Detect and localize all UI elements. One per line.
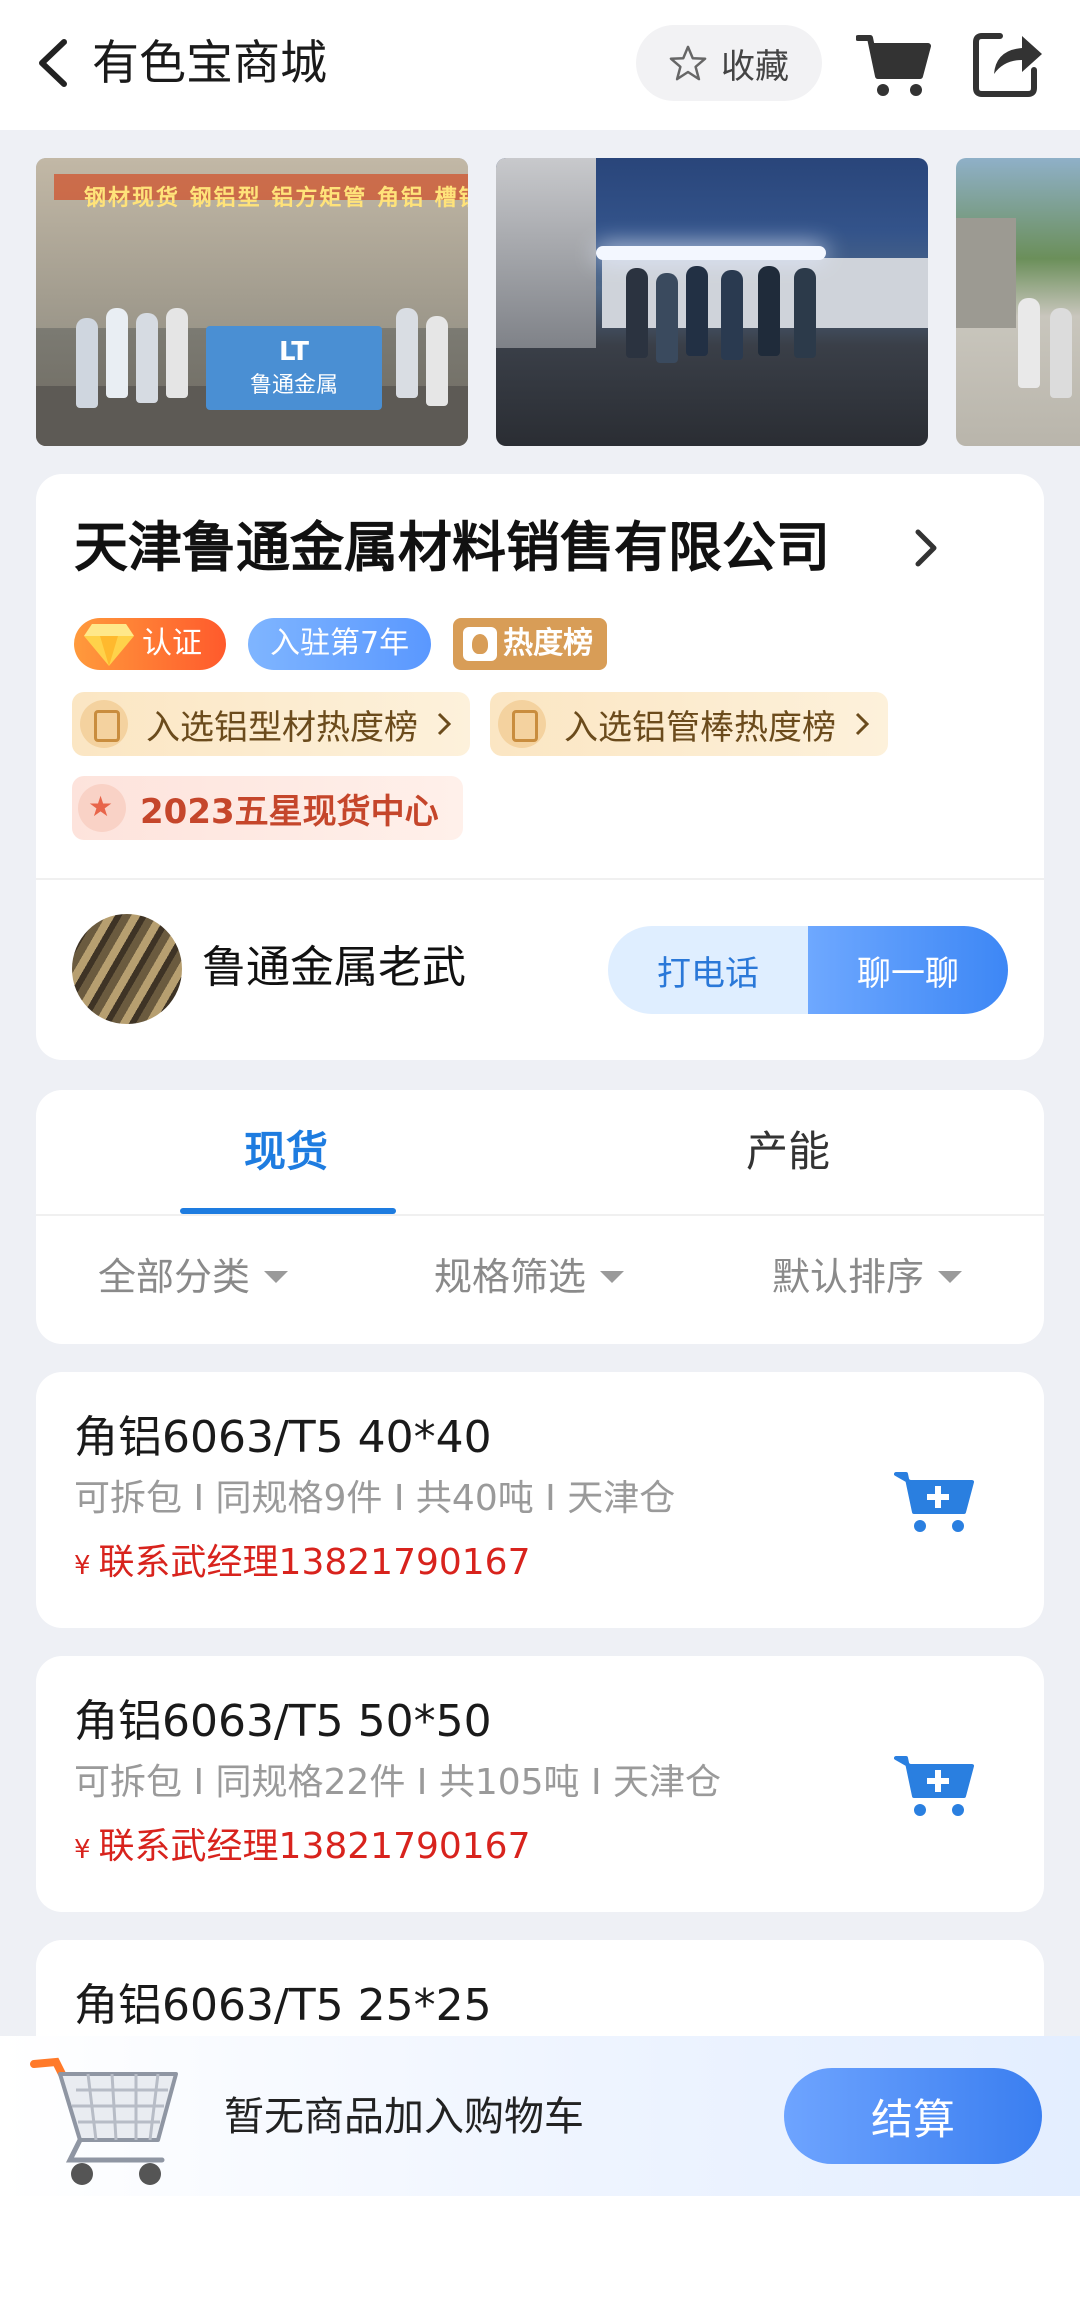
- hot-list-label: 热度榜: [503, 626, 594, 661]
- tab-stock[interactable]: 现货: [244, 1124, 328, 1180]
- store-photo[interactable]: [496, 158, 928, 446]
- person: [106, 308, 128, 398]
- flag-logo: LT: [279, 337, 309, 367]
- chevron-right-icon: [855, 712, 870, 736]
- spec-filter[interactable]: 规格筛选: [434, 1250, 625, 1304]
- share-icon[interactable]: [970, 26, 1044, 98]
- certified-label: 认证: [142, 626, 202, 661]
- person: [794, 268, 816, 358]
- hillside-building: [956, 218, 1016, 328]
- award-label: 2023五星现货中心: [140, 791, 439, 832]
- company-card: 天津鲁通金属材料销售有限公司 认证 入驻第7年 热度榜 入选铝型材热度榜 入选铝…: [36, 474, 1044, 1060]
- diamond-icon: [84, 624, 134, 666]
- years-badge: 入驻第7年: [248, 618, 432, 670]
- product-price: ¥ 联系武经理13821790167: [74, 1538, 531, 1591]
- award-badge: 2023五星现货中心: [72, 776, 463, 840]
- caret-down-icon: [600, 1271, 625, 1283]
- page-title: 有色宝商城: [92, 36, 327, 91]
- company-flag: LT 鲁通金属: [206, 326, 382, 410]
- divider: [36, 1214, 1044, 1216]
- add-to-cart-icon[interactable]: [894, 1468, 976, 1536]
- sort-filter[interactable]: 默认排序: [772, 1250, 963, 1304]
- product-meta: 可拆包 I 同规格9件 I 共40吨 I 天津仓: [74, 1478, 676, 1519]
- back-icon[interactable]: [34, 36, 74, 90]
- badge-row: 认证 入驻第7年 热度榜: [74, 618, 608, 670]
- favorite-label: 收藏: [721, 46, 789, 87]
- certified-badge: 认证: [74, 618, 226, 670]
- star-icon: [669, 45, 707, 81]
- hot-list-badge: 热度榜: [453, 618, 608, 670]
- person: [686, 266, 708, 356]
- person: [1018, 298, 1040, 388]
- caret-down-icon: [938, 1271, 963, 1283]
- price-text: 联系武经理13821790167: [98, 1826, 531, 1867]
- tabs-card: 现货 产能 全部分类 规格筛选 默认排序: [36, 1090, 1044, 1344]
- avatar[interactable]: [72, 914, 182, 1024]
- medal-icon: [78, 784, 126, 832]
- person: [76, 318, 98, 408]
- person: [721, 270, 743, 360]
- product-title: 角铝6063/T5 25*25: [74, 1980, 492, 2031]
- night-building: [496, 158, 596, 348]
- cart-icon[interactable]: [856, 30, 932, 100]
- chat-button[interactable]: 聊一聊: [808, 926, 1008, 1014]
- cart-bar: 暂无商品加入购物车 结算: [0, 2036, 1080, 2196]
- product-title: 角铝6063/T5 40*40: [74, 1412, 492, 1463]
- product-card[interactable]: 角铝6063/T5 50*50 可拆包 I 同规格22件 I 共105吨 I 天…: [36, 1656, 1044, 1912]
- ranking-pill-aluminum-tube[interactable]: 入选铝管棒热度榜: [490, 692, 888, 756]
- currency-symbol: ¥: [74, 1551, 91, 1581]
- person: [166, 308, 188, 398]
- spec-filter-label: 规格筛选: [434, 1255, 587, 1299]
- flame-icon: [463, 627, 498, 661]
- add-to-cart-icon[interactable]: [894, 1752, 976, 1820]
- ranking-icon: [498, 700, 546, 748]
- stadium-lights: [596, 246, 826, 260]
- ranking-label: 入选铝管棒热度榜: [564, 707, 836, 748]
- bottom-safe-area: [0, 2196, 1080, 2324]
- currency-symbol: ¥: [74, 1835, 91, 1865]
- chevron-right-icon[interactable]: [910, 524, 940, 572]
- product-meta: 可拆包 I 同规格22件 I 共105吨 I 天津仓: [74, 1762, 722, 1803]
- flag-text: 鲁通金属: [249, 373, 338, 398]
- category-filter[interactable]: 全部分类: [98, 1250, 289, 1304]
- person: [136, 313, 158, 403]
- ranking-icon: [80, 700, 128, 748]
- product-card[interactable]: 角铝6063/T5 40*40 可拆包 I 同规格9件 I 共40吨 I 天津仓…: [36, 1372, 1044, 1628]
- checkout-button[interactable]: 结算: [784, 2068, 1042, 2164]
- shopping-cart-icon[interactable]: [26, 2044, 182, 2192]
- divider: [36, 878, 1044, 880]
- call-button[interactable]: 打电话: [608, 926, 808, 1014]
- ranking-pill-aluminum-profile[interactable]: 入选铝型材热度榜: [72, 692, 470, 756]
- person: [626, 268, 648, 358]
- price-text: 联系武经理13821790167: [98, 1542, 531, 1583]
- factory-sign: 钢材现货 钢铝型 铝方矩管 角铝 槽铝: [84, 186, 468, 211]
- caret-down-icon: [264, 1271, 289, 1283]
- store-photo[interactable]: 钢材现货 钢铝型 铝方矩管 角铝 槽铝 LT 鲁通金属: [36, 158, 468, 446]
- tab-capacity[interactable]: 产能: [746, 1124, 830, 1180]
- sort-filter-label: 默认排序: [772, 1255, 925, 1299]
- chevron-right-icon: [437, 712, 452, 736]
- ranking-label: 入选铝型材热度榜: [146, 707, 418, 748]
- person: [758, 266, 780, 356]
- person: [426, 316, 448, 406]
- person: [656, 273, 678, 363]
- company-name[interactable]: 天津鲁通金属材料销售有限公司: [74, 514, 830, 582]
- contact-buttons: 打电话 聊一聊: [608, 926, 1008, 1014]
- ranking-row: 入选铝型材热度榜 入选铝管棒热度榜: [72, 692, 888, 756]
- store-photo[interactable]: [956, 158, 1080, 446]
- contact-name: 鲁通金属老武: [202, 942, 466, 993]
- store-photo-carousel[interactable]: 钢材现货 钢铝型 铝方矩管 角铝 槽铝 LT 鲁通金属: [0, 158, 1080, 446]
- top-bar: 有色宝商城 收藏: [0, 0, 1080, 130]
- product-title: 角铝6063/T5 50*50: [74, 1696, 492, 1747]
- product-price: ¥ 联系武经理13821790167: [74, 1822, 531, 1875]
- person: [396, 308, 418, 398]
- person: [1050, 308, 1072, 398]
- cart-empty-text: 暂无商品加入购物车: [224, 2094, 584, 2140]
- category-filter-label: 全部分类: [98, 1255, 251, 1299]
- favorite-button[interactable]: 收藏: [636, 25, 822, 101]
